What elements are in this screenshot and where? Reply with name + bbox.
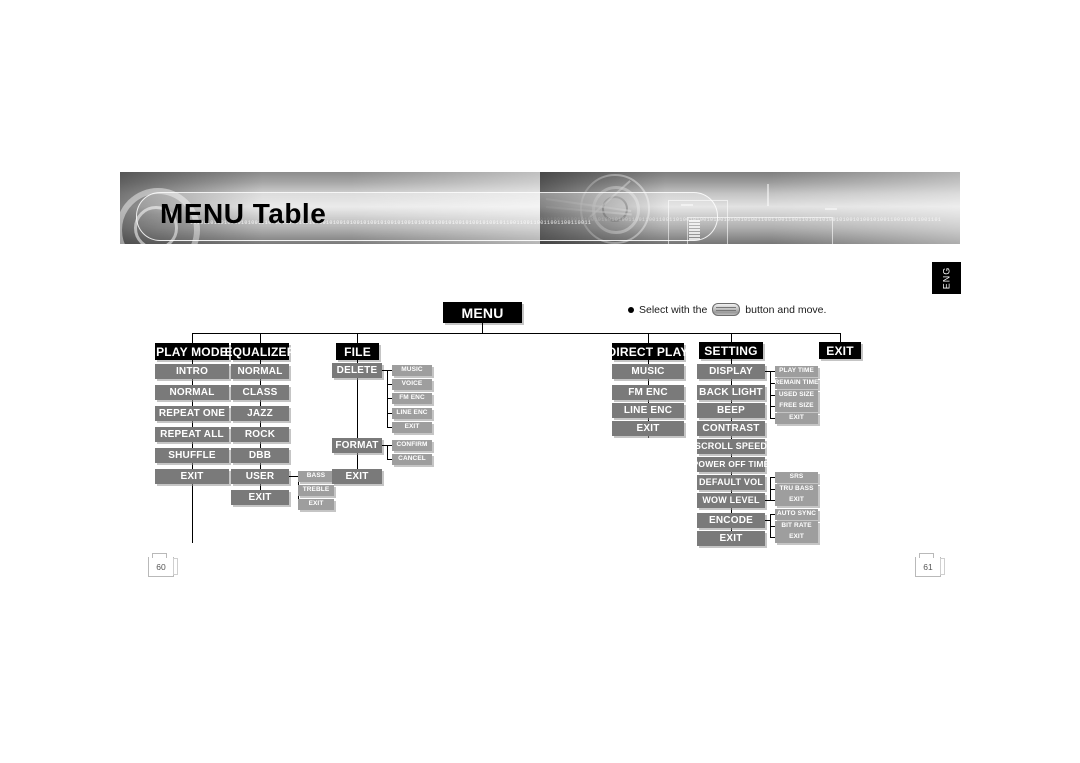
- menu-item-setting-encode[interactable]: ENCODE: [697, 513, 765, 528]
- submenu-item-user-exit[interactable]: EXIT: [298, 499, 334, 510]
- submenu-item-encode-auto-sync[interactable]: AUTO SYNC: [775, 509, 818, 520]
- menu-item-setting-wow-level[interactable]: WOW LEVEL: [697, 493, 765, 508]
- menu-item-setting-contrast[interactable]: CONTRAST: [697, 421, 765, 436]
- menu-item-play-mode-exit[interactable]: EXIT: [155, 469, 229, 484]
- connector-drop-file: [357, 333, 358, 343]
- submenu-item-wow-exit[interactable]: EXIT: [775, 495, 818, 506]
- submenu-item-format-cancel[interactable]: CANCEL: [392, 454, 432, 465]
- menu-item-setting-scroll-speed[interactable]: SCROLL SPEED: [695, 439, 767, 454]
- connector-delete-spine: [387, 370, 388, 428]
- connector-drop-equalizer: [260, 333, 261, 343]
- menu-item-setting-back-light[interactable]: BACK LIGHT: [697, 385, 765, 400]
- menu-item-play-mode-normal[interactable]: NORMAL: [155, 385, 229, 400]
- menu-item-direct-play-fm-enc[interactable]: FM ENC: [612, 385, 684, 400]
- menu-item-direct-play-exit[interactable]: EXIT: [612, 421, 684, 436]
- submenu-item-delete-fm-enc[interactable]: FM ENC: [392, 393, 432, 404]
- submenu-item-wow-tru-bass[interactable]: TRU BASS: [775, 484, 818, 495]
- menu-item-play-mode-repeat-one[interactable]: REPEAT ONE: [155, 406, 229, 421]
- submenu-item-delete-exit[interactable]: EXIT: [392, 422, 432, 433]
- submenu-item-encode-bit-rate[interactable]: BIT RATE: [775, 521, 818, 532]
- menu-item-equalizer-exit[interactable]: EXIT: [231, 490, 289, 505]
- menu-root-box[interactable]: MENU: [443, 302, 522, 323]
- submenu-item-delete-voice[interactable]: VOICE: [392, 379, 432, 390]
- menu-item-file-exit[interactable]: EXIT: [332, 469, 382, 484]
- menu-tree-diagram: MENU PLAY MODE INTRO NORMAL REPEAT ONE R…: [0, 0, 1080, 763]
- category-header-direct-play[interactable]: DIRECT PLAY: [607, 343, 688, 360]
- menu-item-equalizer-rock[interactable]: ROCK: [231, 427, 289, 442]
- category-header-exit[interactable]: EXIT: [819, 342, 861, 359]
- submenu-item-display-free-size[interactable]: FREE SIZE: [775, 401, 818, 412]
- menu-item-equalizer-class[interactable]: CLASS: [231, 385, 289, 400]
- connector-drop-direct-play: [648, 333, 649, 343]
- menu-item-setting-exit[interactable]: EXIT: [697, 531, 765, 546]
- menu-item-setting-beep[interactable]: BEEP: [697, 403, 765, 418]
- submenu-item-user-bass[interactable]: BASS: [298, 471, 334, 482]
- connector-user-branch: [289, 476, 298, 477]
- connector-main-bus: [192, 333, 841, 334]
- menu-item-setting-display[interactable]: DISPLAY: [697, 364, 765, 379]
- menu-item-direct-play-line-enc[interactable]: LINE ENC: [612, 403, 684, 418]
- menu-item-equalizer-user[interactable]: USER: [231, 469, 289, 484]
- connector-format-spine: [387, 445, 388, 459]
- submenu-item-display-exit[interactable]: EXIT: [775, 413, 818, 424]
- menu-item-equalizer-dbb[interactable]: DBB: [231, 448, 289, 463]
- category-header-play-mode[interactable]: PLAY MODE: [155, 343, 229, 360]
- connector-drop-play-mode: [192, 333, 193, 343]
- submenu-item-display-remain-time[interactable]: REMAIN TIME: [774, 378, 818, 389]
- submenu-item-user-treble[interactable]: TREBLE: [298, 485, 334, 496]
- menu-item-equalizer-normal[interactable]: NORMAL: [231, 364, 289, 379]
- category-header-equalizer[interactable]: EQUALIZER: [224, 343, 295, 360]
- menu-item-play-mode-shuffle[interactable]: SHUFFLE: [155, 448, 229, 463]
- submenu-item-delete-line-enc[interactable]: LINE ENC: [392, 408, 432, 419]
- menu-item-play-mode-repeat-all[interactable]: REPEAT ALL: [155, 427, 229, 442]
- menu-item-file-format[interactable]: FORMAT: [332, 438, 382, 453]
- submenu-item-display-play-time[interactable]: PLAY TIME: [775, 366, 818, 377]
- submenu-item-encode-exit[interactable]: EXIT: [775, 532, 818, 543]
- menu-item-direct-play-music[interactable]: MUSIC: [612, 364, 684, 379]
- submenu-item-format-confirm[interactable]: CONFIRM: [392, 440, 432, 451]
- menu-item-equalizer-jazz[interactable]: JAZZ: [231, 406, 289, 421]
- submenu-item-delete-music[interactable]: MUSIC: [392, 365, 432, 376]
- menu-item-setting-default-vol[interactable]: DEFAULT VOL: [697, 475, 765, 490]
- menu-item-setting-power-off-time[interactable]: POWER OFF TIME: [693, 457, 769, 472]
- submenu-item-wow-srs[interactable]: SRS: [775, 472, 818, 483]
- category-header-file[interactable]: FILE: [336, 343, 379, 360]
- menu-item-play-mode-intro[interactable]: INTRO: [155, 364, 229, 379]
- menu-item-file-delete[interactable]: DELETE: [332, 363, 382, 378]
- submenu-item-display-used-size[interactable]: USED SIZE: [775, 390, 818, 401]
- category-header-setting[interactable]: SETTING: [699, 342, 763, 359]
